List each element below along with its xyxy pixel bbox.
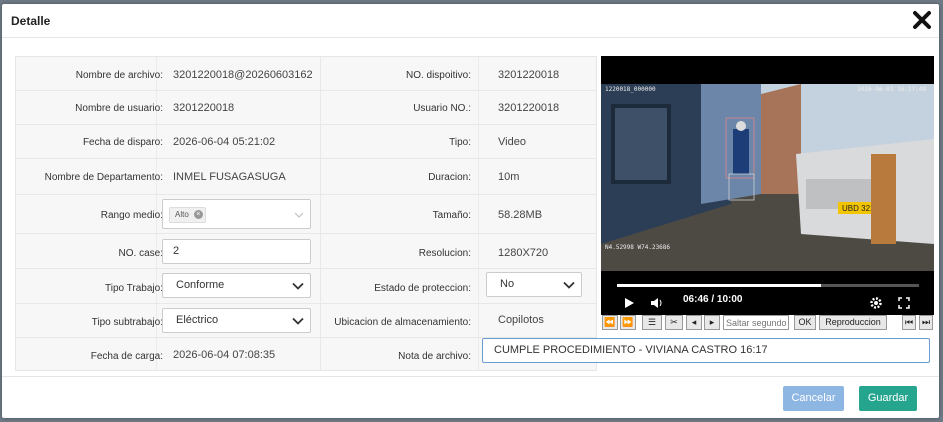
- plate-text: UBD 321: [842, 204, 875, 213]
- range-select[interactable]: Alto ×: [162, 199, 311, 229]
- work-type-select[interactable]: Conforme: [162, 273, 311, 298]
- type-label: Tipo:: [449, 137, 471, 148]
- size-value: 58.28MB: [498, 209, 543, 221]
- playback-button[interactable]: Reproduccion: [819, 315, 887, 330]
- detail-form: Nombre de archivo: 3201220018@2026060316…: [15, 56, 597, 371]
- chevron-down-icon: [294, 212, 304, 218]
- protection-value: No: [500, 278, 515, 290]
- close-icon[interactable]: [911, 9, 933, 31]
- device-no-value: 3201220018: [498, 69, 560, 81]
- row-work: Tipo Trabajo: Conforme Estado de protecc…: [16, 269, 596, 304]
- duration-value: 10m: [498, 171, 520, 183]
- type-value: Video: [498, 136, 526, 148]
- storage-value: Copilotos: [498, 314, 544, 326]
- case-no-input[interactable]: 2: [162, 239, 311, 264]
- resolution-value: 1280X720: [498, 247, 549, 259]
- trigger-date-value: 2026-06-04 05:21:02: [173, 136, 276, 148]
- time-display: 06:46 / 10:00: [683, 294, 743, 305]
- file-name-value: 3201220018@20260603162: [173, 69, 313, 81]
- volume-icon[interactable]: [650, 297, 664, 309]
- modal-footer-divider: [2, 376, 939, 377]
- row-file-name: Nombre de archivo: 3201220018@2026060316…: [16, 57, 596, 91]
- osd-gps: N4.52998 W74.23686: [605, 244, 671, 251]
- progress-bar[interactable]: [617, 284, 919, 287]
- rewind-icon[interactable]: ⏪: [602, 315, 618, 330]
- fast-forward-icon[interactable]: ⏩: [620, 315, 636, 330]
- skip-seconds-input[interactable]: [723, 315, 789, 330]
- skip-end-icon[interactable]: ⏭: [919, 315, 933, 330]
- size-label: Tamaño:: [432, 210, 471, 221]
- range-label: Rango medio:: [100, 210, 163, 221]
- work-type-value: Conforme: [176, 279, 225, 291]
- department-label: Nombre de Departamento:: [44, 172, 163, 183]
- upload-date-value: 2026-06-04 07:08:35: [173, 349, 276, 361]
- subwork-select[interactable]: Eléctrico: [162, 308, 311, 333]
- play-icon[interactable]: [623, 297, 635, 309]
- trigger-date-label: Fecha de disparo:: [82, 137, 163, 148]
- chevron-down-icon: [563, 281, 575, 289]
- user-no-value: 3201220018: [498, 102, 560, 114]
- row-subwork: Tipo subtrabajo: Eléctrico Ubicacion de …: [16, 304, 596, 338]
- modal-title: Detalle: [11, 14, 51, 28]
- fullscreen-icon[interactable]: [898, 297, 910, 309]
- video-scene-image: UBD 321: [601, 84, 934, 271]
- save-button[interactable]: Guardar: [859, 386, 917, 411]
- user-no-label: Usuario NO.:: [413, 103, 471, 114]
- progress-fill: [617, 284, 822, 287]
- upload-date-label: Fecha de carga:: [90, 351, 163, 362]
- subwork-value: Eléctrico: [176, 314, 219, 326]
- department-value: INMEL FUSAGASUGA: [173, 171, 286, 183]
- user-name-value: 3201220018: [173, 102, 235, 114]
- note-label: Nota de archivo:: [398, 351, 471, 362]
- note-input[interactable]: CUMPLE PROCEDIMIENTO - VIVIANA CASTRO 16…: [482, 338, 930, 363]
- resolution-label: Resolucion:: [418, 248, 471, 259]
- work-type-label: Tipo Trabajo:: [105, 283, 163, 294]
- tag-remove-icon[interactable]: ×: [193, 210, 203, 219]
- protection-select[interactable]: No: [486, 272, 582, 297]
- storage-label: Ubicacion de almacenamiento:: [334, 317, 471, 328]
- frame-back-icon[interactable]: ◂: [686, 315, 702, 330]
- row-department: Nombre de Departamento: INMEL FUSAGASUGA…: [16, 159, 596, 195]
- gear-icon[interactable]: [869, 296, 883, 310]
- duration-label: Duracion:: [428, 172, 471, 183]
- ok-button[interactable]: OK: [794, 315, 816, 330]
- row-trigger: Fecha de disparo: 2026-06-04 05:21:02 Ti…: [16, 125, 596, 159]
- range-tag-label: Alto: [175, 210, 189, 219]
- osd-timestamp: 2026-06-03 16:17:48: [857, 86, 926, 93]
- file-name-label: Nombre de archivo:: [75, 70, 163, 81]
- scissors-icon[interactable]: ✂: [665, 315, 683, 330]
- case-no-label: NO. case:: [118, 248, 163, 259]
- video-frame: UBD 321 1220018_000000 2026-06-03 16:17:…: [601, 84, 934, 271]
- row-user: Nombre de usuario: 3201220018 Usuario NO…: [16, 91, 596, 125]
- row-range: Rango medio: Alto × Tamaño: 58.28MB: [16, 195, 596, 234]
- subwork-label: Tipo subtrabajo:: [91, 317, 163, 328]
- row-case: NO. case: 2 Resolucion: 1280X720: [16, 234, 596, 269]
- device-no-label: NO. dispoitivo:: [405, 70, 471, 81]
- playback-toolbar: ⏪ ⏩ ☰ ✂ ◂ ▸ OK Reproduccion ⏮ ⏭: [602, 315, 935, 332]
- user-name-label: Nombre de usuario:: [75, 103, 163, 114]
- list-icon[interactable]: ☰: [642, 315, 662, 330]
- chevron-down-icon: [292, 282, 304, 290]
- range-tag[interactable]: Alto ×: [169, 207, 206, 223]
- detail-modal: Detalle Nombre de archivo: 3201220018@20…: [2, 4, 939, 418]
- frame-forward-icon[interactable]: ▸: [704, 315, 720, 330]
- video-player[interactable]: UBD 321 1220018_000000 2026-06-03 16:17:…: [601, 56, 934, 271]
- cancel-button[interactable]: Cancelar: [783, 386, 844, 411]
- chevron-down-icon: [292, 317, 304, 325]
- video-controls: 06:46 / 10:00: [601, 271, 934, 315]
- skip-start-icon[interactable]: ⏮: [902, 315, 916, 330]
- protection-label: Estado de proteccion:: [374, 283, 471, 294]
- osd-device-id: 1220018_000000: [605, 86, 656, 93]
- modal-header: Detalle: [2, 4, 939, 38]
